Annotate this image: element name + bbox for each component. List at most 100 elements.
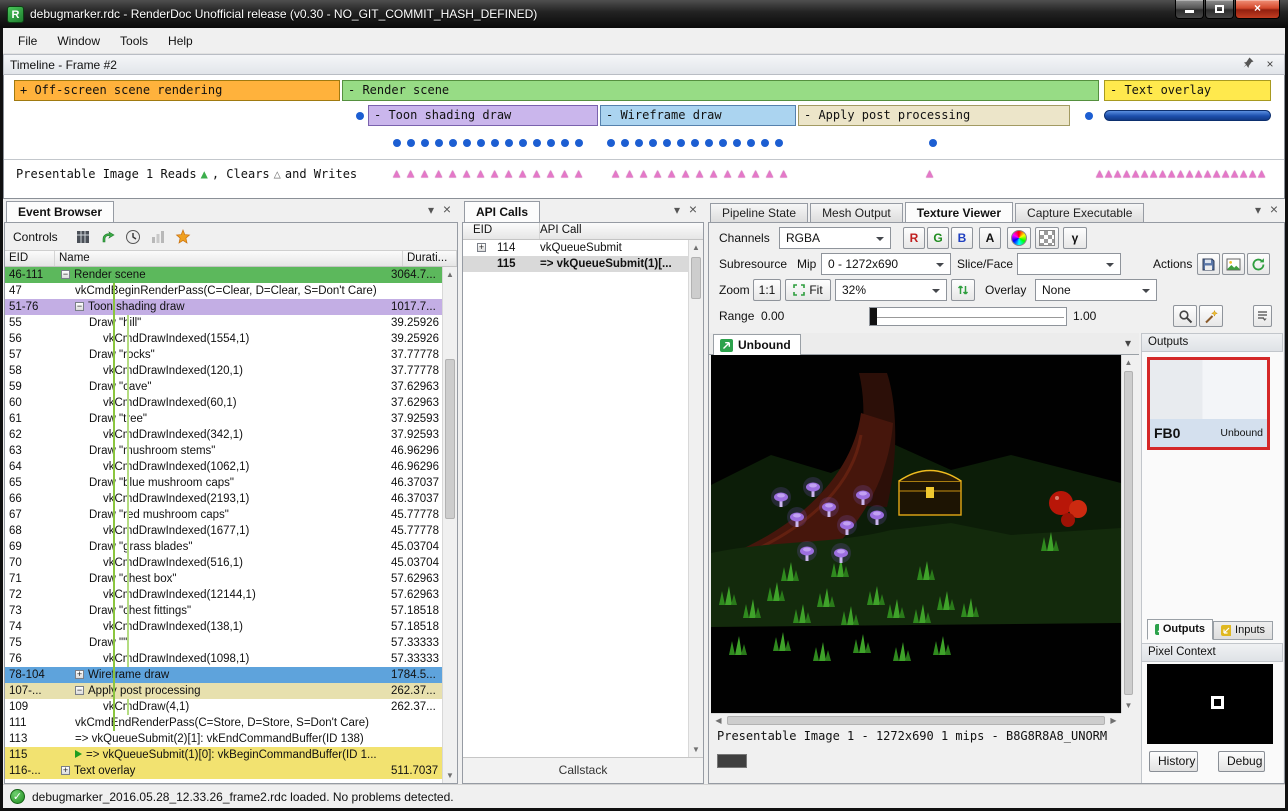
event-row-60[interactable]: 60vkCmdDrawIndexed(60,1)37.62963 <box>5 395 442 411</box>
draw-dot[interactable] <box>505 139 513 147</box>
write-marker-icon[interactable]: ▲ <box>407 166 414 180</box>
write-marker-icon[interactable]: ▲ <box>780 166 787 180</box>
draw-dot[interactable] <box>719 139 727 147</box>
draw-dot[interactable] <box>691 139 699 147</box>
channels-dropdown[interactable]: RGBA <box>779 227 891 249</box>
event-row-46-111[interactable]: 46-111−Render scene3064.7... <box>5 267 442 283</box>
event-row-75[interactable]: 75Draw ""57.33333 <box>5 635 442 651</box>
expander-icon[interactable]: − <box>61 270 70 279</box>
save-icon[interactable] <box>1197 253 1220 275</box>
event-row-109[interactable]: 109vkCmdDraw(4,1)262.37... <box>5 699 442 715</box>
draw-dot[interactable] <box>533 139 541 147</box>
export-icon[interactable] <box>97 226 119 248</box>
right-panel-menu-icon[interactable]: ▾ <box>1251 203 1265 217</box>
write-marker-icon[interactable]: ▲ <box>1222 166 1229 180</box>
pin-icon[interactable] <box>1243 57 1259 73</box>
range-options-icon[interactable] <box>1253 305 1272 327</box>
api-calls-close-icon[interactable]: × <box>686 203 700 216</box>
draw-dot[interactable] <box>775 139 783 147</box>
event-row-78-104[interactable]: 78-104+Wireframe draw1784.5... <box>5 667 442 683</box>
event-browser-close-icon[interactable]: × <box>440 203 454 216</box>
event-row-55[interactable]: 55Draw "hill"39.25926 <box>5 315 442 331</box>
write-marker-icon[interactable]: ▲ <box>1249 166 1256 180</box>
write-marker-icon[interactable]: ▲ <box>1096 166 1103 180</box>
draw-dot[interactable] <box>635 139 643 147</box>
write-marker-icon[interactable]: ▲ <box>1213 166 1220 180</box>
draw-dot[interactable] <box>575 139 583 147</box>
event-row-72[interactable]: 72vkCmdDrawIndexed(12144,1)57.62963 <box>5 587 442 603</box>
event-row-63[interactable]: 63Draw "mushroom stems"46.96296 <box>5 443 442 459</box>
write-marker-icon[interactable]: ▲ <box>477 166 484 180</box>
draw-dot[interactable] <box>435 139 443 147</box>
tab-texture-viewer[interactable]: Texture Viewer <box>905 202 1013 223</box>
menu-help[interactable]: Help <box>159 31 202 51</box>
texture-vertical-scrollbar[interactable]: ▲▼ <box>1121 355 1135 713</box>
fit-button[interactable]: Fit <box>785 279 831 301</box>
expander-icon[interactable]: + <box>75 670 84 679</box>
timeline-bar--apply-post-processing[interactable]: - Apply post processing <box>798 105 1070 126</box>
tab-outputs[interactable]: Outputs <box>1147 619 1213 640</box>
range-slider-handle[interactable] <box>870 308 877 325</box>
draw-dot[interactable] <box>1085 112 1093 120</box>
api-row-114[interactable]: +114vkQueueSubmit <box>463 240 688 256</box>
write-marker-icon[interactable]: ▲ <box>640 166 647 180</box>
expander-icon[interactable]: + <box>61 766 70 775</box>
event-browser-scrollbar[interactable]: ▲▼ <box>442 267 457 783</box>
blue-channel-button[interactable]: B <box>951 227 973 249</box>
timeline-canvas[interactable]: + Off-screen scene rendering- Render sce… <box>3 75 1285 199</box>
event-row-76[interactable]: 76vkCmdDrawIndexed(1098,1)57.33333 <box>5 651 442 667</box>
write-marker-icon[interactable]: ▲ <box>1240 166 1247 180</box>
event-row-57[interactable]: 57Draw "rocks"37.77778 <box>5 347 442 363</box>
debug-button[interactable]: Debug <box>1218 751 1265 772</box>
api-row-115[interactable]: 115=> vkQueueSubmit(1)[... <box>463 256 688 272</box>
scrollbar-thumb[interactable] <box>727 716 1105 725</box>
alpha-channel-button[interactable]: A <box>979 227 1001 249</box>
write-marker-icon[interactable]: ▲ <box>421 166 428 180</box>
draw-dot[interactable] <box>393 139 401 147</box>
event-row-64[interactable]: 64vkCmdDrawIndexed(1062,1)46.96296 <box>5 459 442 475</box>
autofit-wand-icon[interactable] <box>1199 305 1223 327</box>
draw-dot[interactable] <box>761 139 769 147</box>
timeline-bar--off-screen-scene-rendering[interactable]: + Off-screen scene rendering <box>14 80 340 101</box>
draw-dot[interactable] <box>733 139 741 147</box>
draw-dot[interactable] <box>491 139 499 147</box>
range-slider[interactable] <box>869 307 1067 326</box>
draw-dot[interactable] <box>407 139 415 147</box>
checkerboard-icon[interactable] <box>1035 227 1059 249</box>
write-marker-icon[interactable]: ▲ <box>626 166 633 180</box>
write-marker-icon[interactable]: ▲ <box>682 166 689 180</box>
event-row-66[interactable]: 66vkCmdDrawIndexed(2193,1)46.37037 <box>5 491 442 507</box>
draw-dot[interactable] <box>519 139 527 147</box>
write-marker-icon[interactable]: ▲ <box>519 166 526 180</box>
custom-display-icon[interactable] <box>1007 227 1031 249</box>
column-name[interactable]: Name <box>55 251 403 266</box>
draw-dot[interactable] <box>477 139 485 147</box>
event-row-47[interactable]: 47vkCmdBeginRenderPass(C=Clear, D=Clear,… <box>5 283 442 299</box>
gamma-button[interactable]: γ <box>1063 227 1087 249</box>
column-api-call[interactable]: API Call <box>540 223 703 239</box>
event-row-69[interactable]: 69Draw "grass blades"45.03704 <box>5 539 442 555</box>
event-row-68[interactable]: 68vkCmdDrawIndexed(1677,1)45.77778 <box>5 523 442 539</box>
write-marker-icon[interactable]: ▲ <box>505 166 512 180</box>
write-marker-icon[interactable]: ▲ <box>752 166 759 180</box>
scrollbar-thumb[interactable] <box>691 257 701 299</box>
expander-icon[interactable]: − <box>75 302 84 311</box>
write-marker-icon[interactable]: ▲ <box>1159 166 1166 180</box>
write-marker-icon[interactable]: ▲ <box>1132 166 1139 180</box>
write-marker-icon[interactable]: ▲ <box>1177 166 1184 180</box>
event-row-61[interactable]: 61Draw "tree"37.92593 <box>5 411 442 427</box>
right-panel-close-icon[interactable]: × <box>1267 203 1281 216</box>
write-marker-icon[interactable]: ▲ <box>575 166 582 180</box>
draw-dot[interactable] <box>561 139 569 147</box>
stats-icon[interactable] <box>147 226 169 248</box>
tab-pipeline-state[interactable]: Pipeline State <box>710 203 808 222</box>
write-marker-icon[interactable]: ▲ <box>1195 166 1202 180</box>
event-row-115[interactable]: 115=> vkQueueSubmit(1)[0]: vkBeginComman… <box>5 747 442 763</box>
pixel-context-view[interactable] <box>1147 664 1273 744</box>
tab-event-browser[interactable]: Event Browser <box>6 201 114 222</box>
zoom-range-icon[interactable] <box>1173 305 1197 327</box>
expander-icon[interactable]: − <box>75 686 84 695</box>
write-marker-icon[interactable]: ▲ <box>435 166 442 180</box>
zoom-1to1-button[interactable]: 1:1 <box>753 279 781 301</box>
write-marker-icon[interactable]: ▲ <box>766 166 773 180</box>
